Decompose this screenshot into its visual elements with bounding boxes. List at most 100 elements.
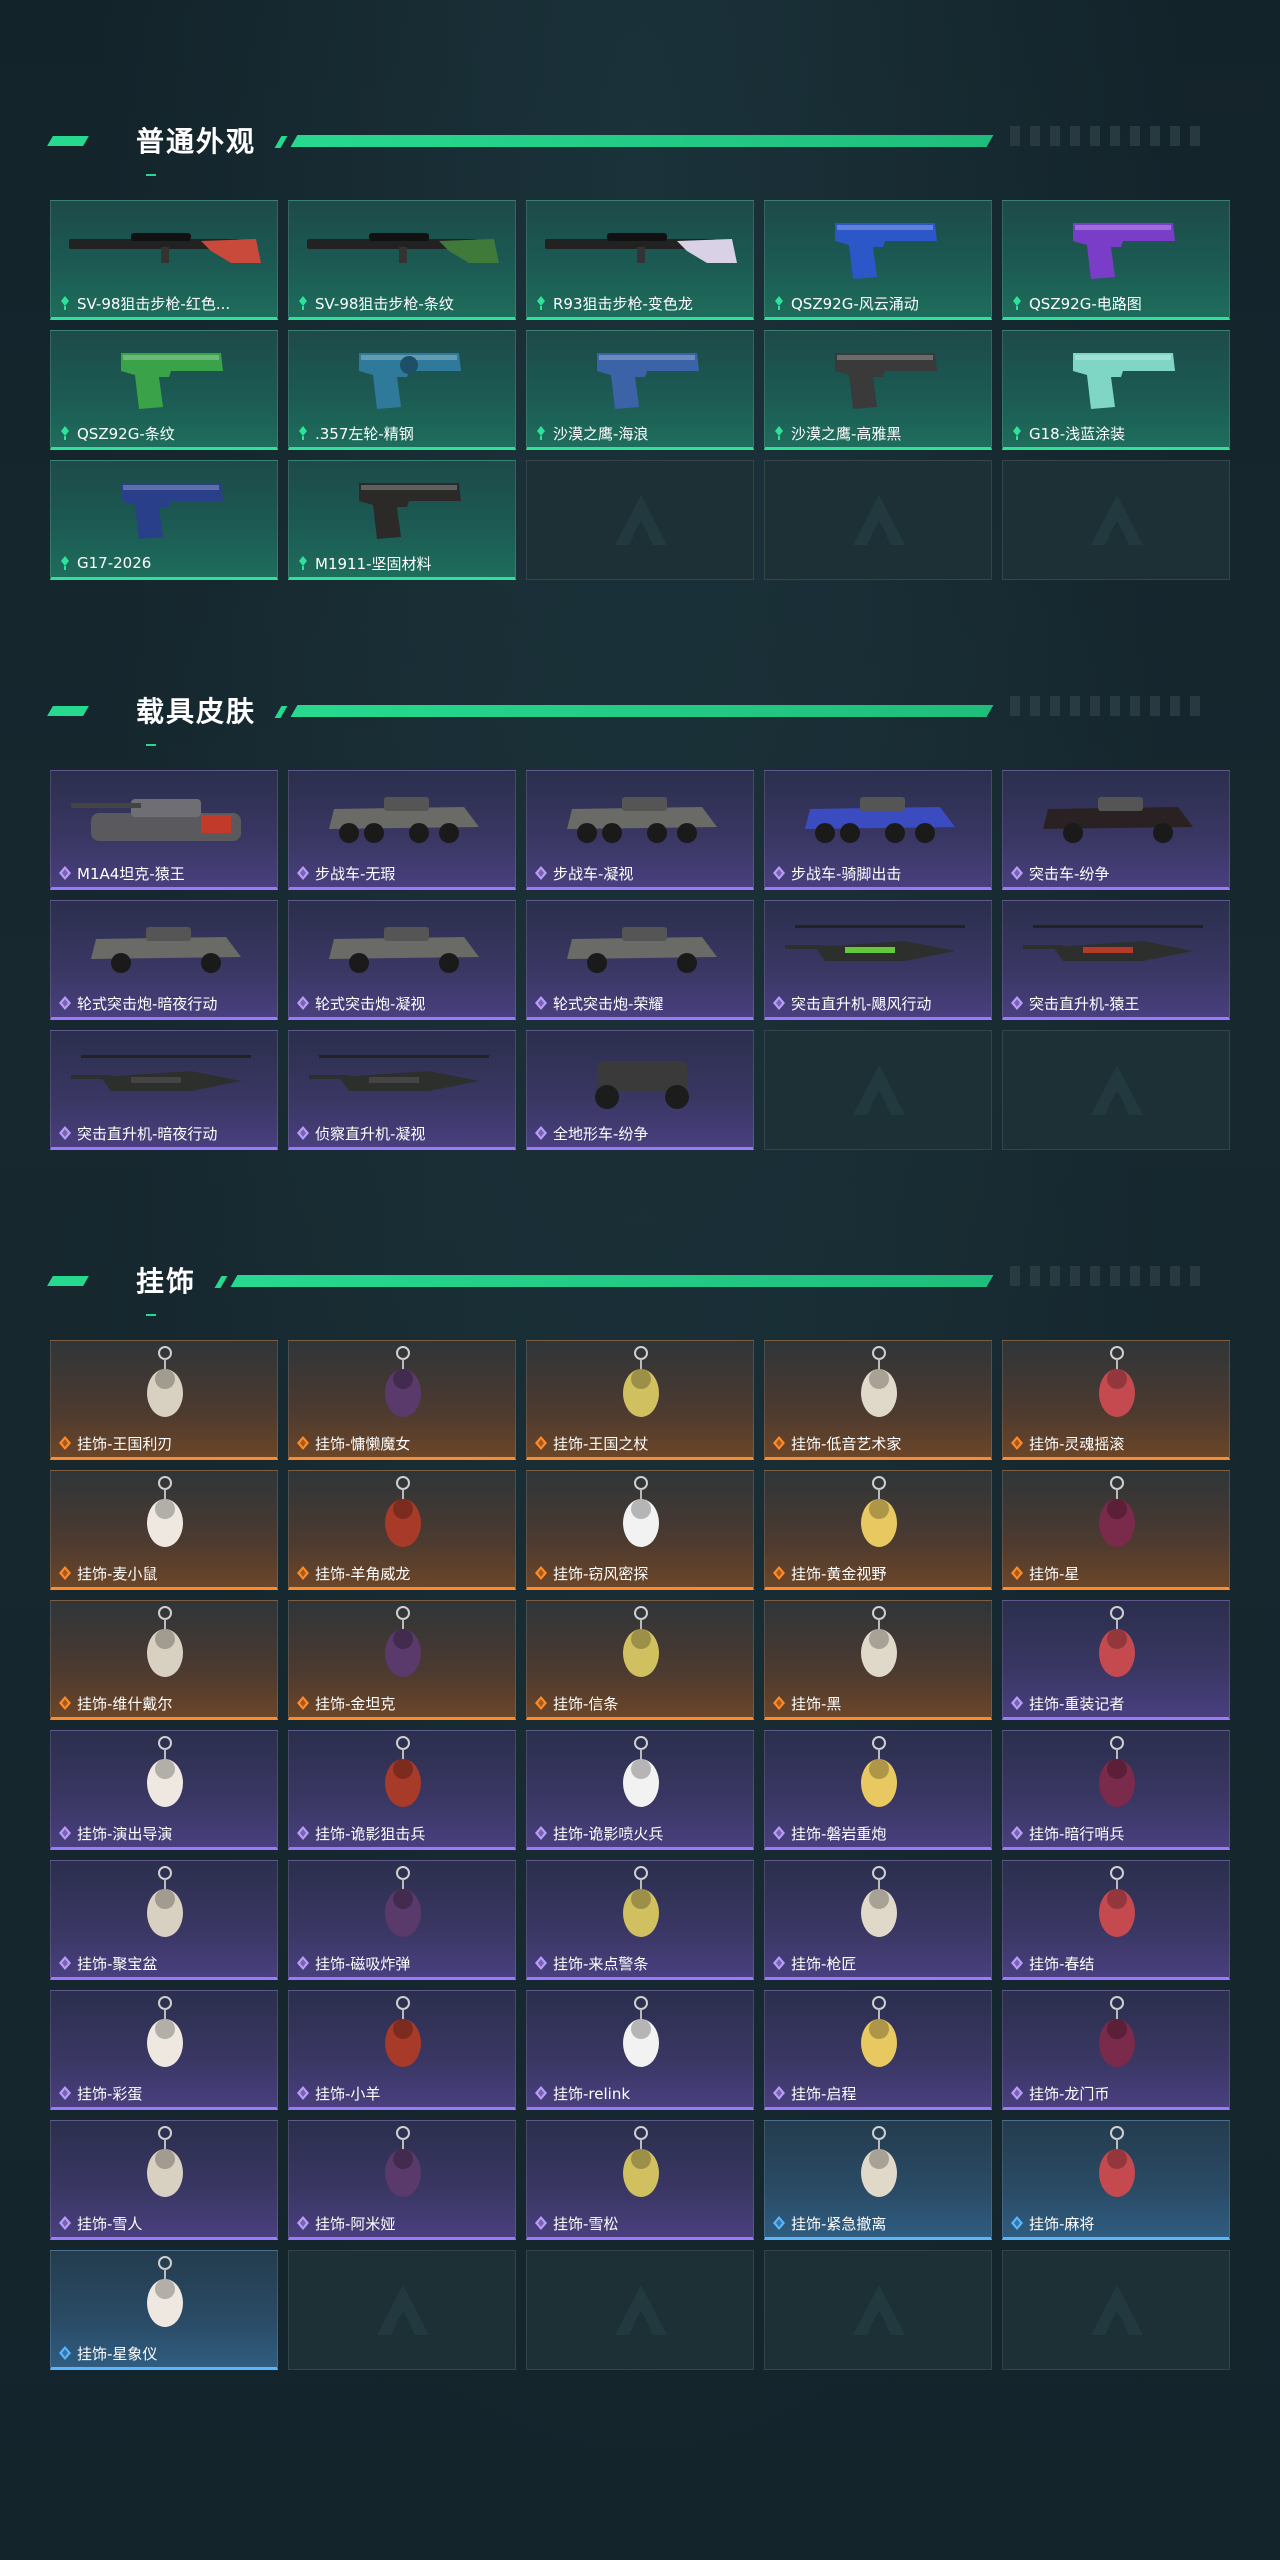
item-card[interactable]: G18-浅蓝涂装 [1002,330,1230,450]
item-card[interactable]: 全地形车-纷争 [526,1030,754,1150]
item-card[interactable]: 步战车-骑脚出击 [764,770,992,890]
item-label-row: 挂饰-诡影喷火兵 [535,1823,663,1843]
item-card[interactable]: M1911-坚固材料 [288,460,516,580]
helicopter-icon [71,1055,251,1091]
item-card[interactable]: 挂饰-启程 [764,1990,992,2110]
item-card[interactable]: 挂饰-聚宝盆 [50,1860,278,1980]
item-card[interactable]: 挂饰-星象仪 [50,2250,278,2370]
revolver-icon [359,353,461,409]
item-card[interactable]: 挂饰-麻将 [1002,2120,1230,2240]
item-card[interactable]: 挂饰-阿米娅 [288,2120,516,2240]
item-label-row: SV-98狙击步枪-红色... [59,293,230,313]
item-card[interactable]: 挂饰-龙门币 [1002,1990,1230,2110]
item-card[interactable]: 挂饰-彩蛋 [50,1990,278,2110]
item-card[interactable]: 突击直升机-猿王 [1002,900,1230,1020]
header-tick [146,744,156,746]
item-card[interactable]: 挂饰-relink [526,1990,754,2110]
item-card[interactable]: 突击车-纷争 [1002,770,1230,890]
item-label-row: 挂饰-重装记者 [1011,1693,1124,1713]
item-card[interactable]: 步战车-无瑕 [288,770,516,890]
item-card[interactable]: 挂饰-诡影喷火兵 [526,1730,754,1850]
item-card[interactable]: 挂饰-磁吸炸弹 [288,1860,516,1980]
item-label-row: 挂饰-春结 [1011,1953,1094,1973]
item-label: 轮式突击炮-暗夜行动 [77,994,218,1013]
item-card[interactable]: 挂饰-诡影狙击兵 [288,1730,516,1850]
item-card[interactable]: 挂饰-黑 [764,1600,992,1720]
item-card[interactable]: 挂饰-磐岩重炮 [764,1730,992,1850]
rarity-diamond-icon [297,426,309,440]
item-card[interactable]: 挂饰-雪人 [50,2120,278,2240]
item-card[interactable]: 轮式突击炮-荣耀 [526,900,754,1020]
item-card[interactable]: 挂饰-维什戴尔 [50,1600,278,1720]
item-card[interactable]: 挂饰-麦小鼠 [50,1470,278,1590]
item-label-row: 挂饰-枪匠 [773,1953,856,1973]
rarity-diamond-icon [1011,1436,1023,1450]
item-label-row: SV-98狙击步枪-条纹 [297,293,454,313]
item-card[interactable]: 挂饰-星 [1002,1470,1230,1590]
item-card[interactable]: 挂饰-低音艺术家 [764,1340,992,1460]
atv-icon [595,1061,689,1109]
item-card[interactable]: 挂饰-小羊 [288,1990,516,2110]
item-label: 挂饰-小羊 [315,2084,381,2103]
item-card[interactable]: 挂饰-灵魂摇滚 [1002,1340,1230,1460]
item-label: SV-98狙击步枪-条纹 [315,294,454,313]
item-card[interactable]: 挂饰-重装记者 [1002,1600,1230,1720]
item-card[interactable]: 挂饰-来点警条 [526,1860,754,1980]
item-card[interactable]: QSZ92G-风云涌动 [764,200,992,320]
item-card[interactable]: 挂饰-王国利刃 [50,1340,278,1460]
item-card[interactable]: QSZ92G-电路图 [1002,200,1230,320]
item-label-row: G18-浅蓝涂装 [1011,423,1125,443]
item-label: 挂饰-黑 [791,1694,842,1713]
item-card[interactable]: QSZ92G-条纹 [50,330,278,450]
tank-icon [71,799,241,841]
pistol-icon [359,483,461,539]
item-card[interactable]: 沙漠之鹰-高雅黑 [764,330,992,450]
rarity-diamond-icon [773,426,785,440]
item-card[interactable]: 轮式突击炮-凝视 [288,900,516,1020]
item-card[interactable]: 突击直升机-飓风行动 [764,900,992,1020]
item-label-row: 挂饰-灵魂摇滚 [1011,1433,1124,1453]
item-card[interactable]: G17-2026 [50,460,278,580]
section-header: 挂饰 [47,1250,1230,1316]
item-card[interactable]: 挂饰-信条 [526,1600,754,1720]
item-card[interactable]: 挂饰-王国之杖 [526,1340,754,1460]
item-card[interactable]: 挂饰-春结 [1002,1860,1230,1980]
item-card[interactable]: R93狙击步枪-变色龙 [526,200,754,320]
item-card[interactable]: 挂饰-雪松 [526,2120,754,2240]
item-card[interactable]: SV-98狙击步枪-红色... [50,200,278,320]
charm-icon [385,1606,421,1677]
item-card[interactable]: SV-98狙击步枪-条纹 [288,200,516,320]
item-card[interactable]: 挂饰-慵懒魔女 [288,1340,516,1460]
item-label: 挂饰-王国之杖 [553,1434,649,1453]
rarity-diamond-icon [297,1566,309,1580]
item-card[interactable]: 挂饰-演出导演 [50,1730,278,1850]
empty-slot [764,1030,992,1150]
item-label: 沙漠之鹰-高雅黑 [791,424,902,443]
item-card[interactable]: 轮式突击炮-暗夜行动 [50,900,278,1020]
charm-icon [385,1996,421,2067]
rarity-diamond-icon [297,2216,309,2230]
item-label-row: 挂饰-羊角威龙 [297,1563,410,1583]
item-card[interactable]: M1A4坦克-猿王 [50,770,278,890]
item-card[interactable]: 沙漠之鹰-海浪 [526,330,754,450]
item-label-row: 侦察直升机-凝视 [297,1123,425,1143]
item-card[interactable]: 挂饰-枪匠 [764,1860,992,1980]
item-card[interactable]: 侦察直升机-凝视 [288,1030,516,1150]
item-card[interactable]: .357左轮-精钢 [288,330,516,450]
item-card[interactable]: 步战车-凝视 [526,770,754,890]
item-label: 挂饰-诡影喷火兵 [553,1824,664,1843]
item-label: 挂饰-雪人 [77,2214,143,2233]
item-label-row: 全地形车-纷争 [535,1123,648,1143]
pistol-icon [835,353,937,409]
item-card[interactable]: 挂饰-黄金视野 [764,1470,992,1590]
item-card[interactable]: 突击直升机-暗夜行动 [50,1030,278,1150]
item-card[interactable]: 挂饰-羊角威龙 [288,1470,516,1590]
item-card[interactable]: 挂饰-暗行哨兵 [1002,1730,1230,1850]
item-card[interactable]: 挂饰-紧急撤离 [764,2120,992,2240]
item-card[interactable]: 挂饰-窃风密探 [526,1470,754,1590]
item-label-row: 挂饰-金坦克 [297,1693,395,1713]
charm-icon [861,1736,897,1807]
item-label-row: R93狙击步枪-变色龙 [535,293,693,313]
item-card[interactable]: 挂饰-金坦克 [288,1600,516,1720]
charm-icon [147,1476,183,1547]
